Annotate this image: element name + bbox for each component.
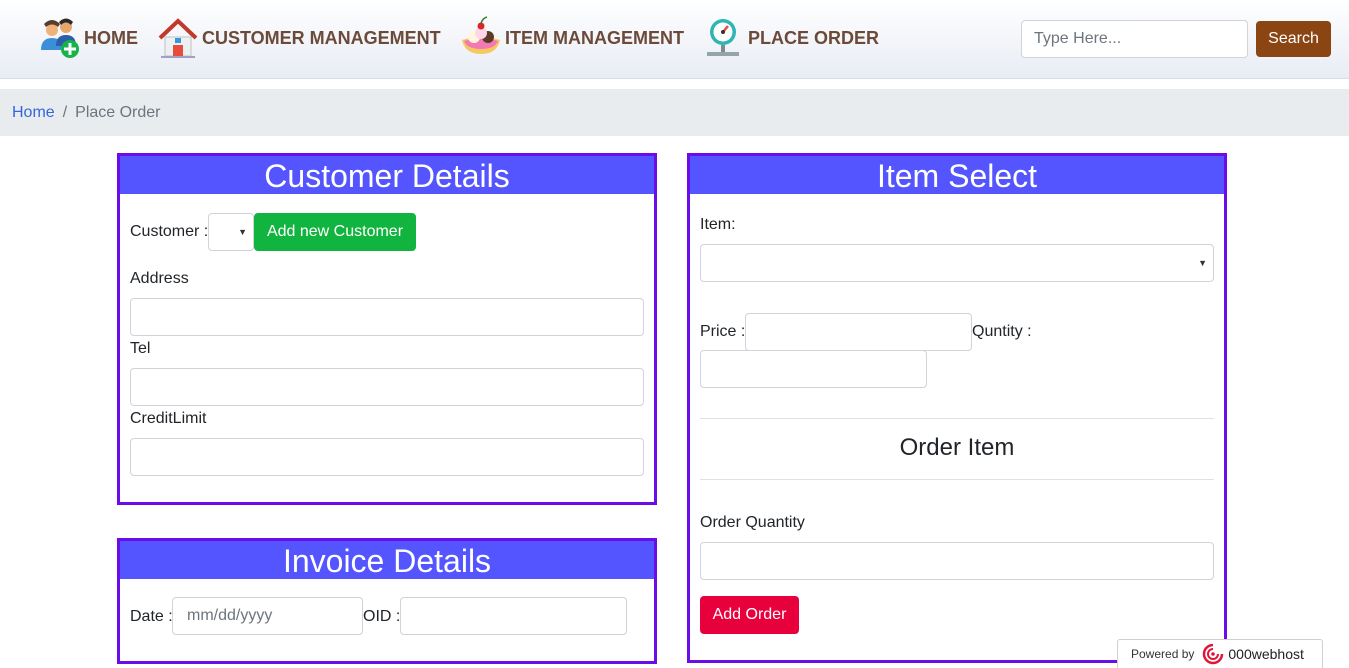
nav-customer-label: CUSTOMER MANAGEMENT <box>202 27 441 48</box>
tel-field[interactable] <box>130 368 644 406</box>
powered-by-brand: 000webhost <box>1228 646 1304 662</box>
customer-label: Customer : <box>130 223 209 240</box>
date-field[interactable]: mm/dd/yyyy <box>172 597 363 635</box>
powered-by-badge[interactable]: Powered by 000webhost <box>1117 639 1323 668</box>
search-button[interactable]: Search <box>1256 21 1331 57</box>
item-label: Item: <box>700 216 736 233</box>
breadcrumb-current: Place Order <box>75 103 161 121</box>
gauge-icon <box>702 16 746 60</box>
order-item-heading: Order Item <box>899 434 1015 461</box>
customer-details-panel: Customer Details Customer : ▼ Add new Cu… <box>117 153 657 505</box>
dessert-icon <box>459 16 503 60</box>
date-placeholder: mm/dd/yyyy <box>187 607 273 624</box>
item-select-title: Item Select <box>690 156 1224 194</box>
oid-field[interactable] <box>400 597 627 635</box>
order-quantity-label: Order Quantity <box>700 514 805 531</box>
address-label: Address <box>130 270 189 287</box>
nav-item-management[interactable]: ITEM MANAGEMENT <box>459 14 684 62</box>
divider <box>700 479 1214 480</box>
credit-limit-label: CreditLimit <box>130 410 207 427</box>
nav-place-order-label: PLACE ORDER <box>748 27 880 48</box>
divider <box>700 418 1214 419</box>
invoice-details-panel: Invoice Details Date : mm/dd/yyyy OID : <box>117 538 657 664</box>
nav-place-order[interactable]: PLACE ORDER <box>702 14 879 62</box>
price-label: Price : <box>700 323 746 340</box>
date-label: Date : <box>130 608 173 625</box>
quantity-field[interactable] <box>700 350 927 388</box>
nav-home-label: HOME <box>84 27 138 48</box>
chevron-down-icon: ▼ <box>238 227 247 237</box>
invoice-details-title: Invoice Details <box>120 541 654 579</box>
nav-item-label: ITEM MANAGEMENT <box>505 27 684 48</box>
item-select-panel: Item Select Item: ▼ Price : Quntity : Or… <box>687 153 1227 663</box>
top-navbar: HOME CUSTOMER MANAGEMENT ITEM MANAGEMENT… <box>0 0 1349 79</box>
nav-home[interactable]: HOME <box>38 14 138 62</box>
item-select[interactable]: ▼ <box>700 244 1214 282</box>
customer-select[interactable]: ▼ <box>208 213 254 251</box>
house-icon <box>156 16 200 60</box>
breadcrumb-separator: / <box>62 103 68 121</box>
users-add-icon <box>38 16 82 60</box>
breadcrumb: Home / Place Order <box>0 89 1349 136</box>
quantity-label: Quntity : <box>972 323 1032 340</box>
credit-limit-field[interactable] <box>130 438 644 476</box>
webhost-logo-icon <box>1202 643 1224 665</box>
nav-customer-management[interactable]: CUSTOMER MANAGEMENT <box>156 14 441 62</box>
oid-label: OID : <box>363 608 401 625</box>
price-field[interactable] <box>745 313 972 351</box>
add-new-customer-button[interactable]: Add new Customer <box>254 213 416 251</box>
chevron-down-icon: ▼ <box>1198 258 1207 268</box>
address-field[interactable] <box>130 298 644 336</box>
tel-label: Tel <box>130 340 151 357</box>
add-order-button[interactable]: Add Order <box>700 596 799 634</box>
breadcrumb-home-link[interactable]: Home <box>12 104 55 122</box>
search-input[interactable] <box>1021 20 1248 58</box>
order-quantity-field[interactable] <box>700 542 1214 580</box>
customer-details-title: Customer Details <box>120 156 654 194</box>
powered-by-text: Powered by <box>1131 647 1195 661</box>
